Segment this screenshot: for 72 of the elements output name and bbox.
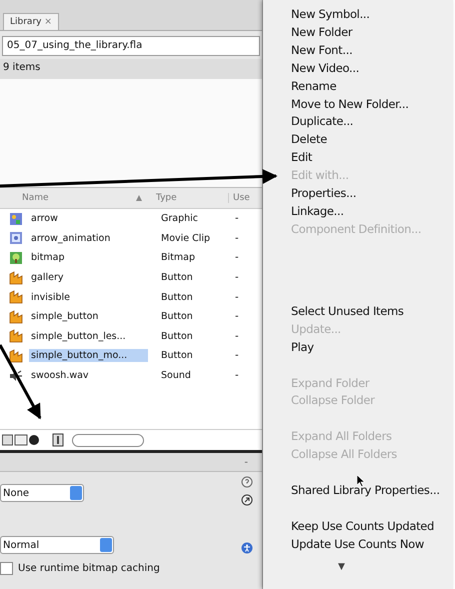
menu-item[interactable]: New Symbol... bbox=[291, 6, 453, 24]
use-count: - bbox=[235, 232, 239, 244]
symbol-type: Bitmap bbox=[161, 252, 196, 264]
select-dropdown[interactable]: Normal bbox=[0, 536, 114, 554]
menu-item[interactable]: New Font... bbox=[291, 42, 453, 60]
trash-icon[interactable] bbox=[52, 433, 64, 448]
menu-item[interactable]: Edit bbox=[291, 149, 453, 168]
stepper-icon bbox=[70, 486, 82, 500]
symbol-type: Button bbox=[161, 292, 194, 303]
symbol-name[interactable]: bitmap bbox=[29, 251, 148, 264]
use-count: - bbox=[235, 350, 239, 362]
symbol-type: Button bbox=[161, 350, 194, 362]
file-dropdown[interactable]: 05_07_using_the_library.fla bbox=[2, 36, 260, 56]
button-symbol-icon bbox=[9, 348, 23, 363]
use-count: - bbox=[235, 330, 239, 342]
cursor-icon bbox=[357, 475, 365, 487]
symbol-type: Sound bbox=[161, 370, 192, 382]
use-count: - bbox=[235, 311, 239, 322]
menu-item[interactable]: Delete bbox=[291, 131, 453, 150]
search-field[interactable] bbox=[72, 434, 144, 447]
button-symbol-icon bbox=[9, 270, 23, 285]
menu-item[interactable]: Properties... bbox=[291, 185, 453, 203]
item-count: 9 items bbox=[0, 59, 262, 79]
symbol-type: Button bbox=[161, 311, 194, 322]
collapse-button[interactable]: - bbox=[244, 456, 248, 468]
symbol-type: Button bbox=[161, 330, 194, 342]
use-count: - bbox=[235, 252, 239, 264]
scroll-down-arrow[interactable]: ▼ bbox=[338, 562, 453, 572]
menu-item[interactable]: Move to New Folder... bbox=[291, 96, 453, 114]
column-header[interactable]: Name bbox=[0, 193, 130, 203]
select-dropdown[interactable]: None bbox=[0, 484, 84, 502]
menu-item[interactable]: Keep Use Counts Updated bbox=[291, 518, 453, 536]
button-symbol-icon bbox=[9, 290, 23, 304]
symbol-name[interactable]: invisible bbox=[29, 290, 148, 304]
symbol-name[interactable]: simple_button_les... bbox=[29, 330, 148, 343]
arrow-circle-icon[interactable] bbox=[241, 494, 253, 506]
column-header[interactable]: Use bbox=[229, 193, 250, 203]
symbol-type: Graphic bbox=[161, 213, 200, 224]
button-symbol-icon bbox=[9, 329, 23, 344]
use-count: - bbox=[235, 213, 239, 224]
graphic-symbol-icon bbox=[9, 212, 23, 226]
menu-item[interactable]: Update Use Counts Now bbox=[291, 536, 453, 554]
checkbox[interactable] bbox=[0, 562, 13, 576]
menu-item[interactable]: Rename bbox=[291, 78, 453, 96]
menu-item[interactable]: New Folder bbox=[291, 24, 453, 42]
symbol-name[interactable]: swoosh.wav bbox=[29, 369, 148, 382]
accessibility-icon[interactable] bbox=[241, 542, 253, 554]
symbol-name[interactable]: gallery bbox=[29, 271, 148, 284]
menu-item[interactable]: Play bbox=[291, 338, 453, 356]
symbol-name[interactable]: arrow_animation bbox=[29, 232, 148, 245]
sort-icon bbox=[136, 195, 142, 201]
use-count: - bbox=[235, 272, 239, 284]
symbol-name[interactable]: simple_button_mo... bbox=[29, 349, 148, 362]
stepper-icon bbox=[100, 538, 112, 552]
use-count: - bbox=[235, 370, 239, 382]
sound-symbol-icon bbox=[9, 368, 23, 383]
bitmap-symbol-icon bbox=[9, 250, 23, 265]
symbol-type: Button bbox=[161, 272, 194, 284]
symbol-name[interactable]: simple_button bbox=[29, 310, 148, 324]
menu-item[interactable]: New Video... bbox=[291, 60, 453, 78]
menu-item[interactable]: Linkage... bbox=[291, 202, 453, 221]
symbol-name[interactable]: arrow bbox=[29, 212, 148, 226]
menu-item[interactable]: Shared Library Properties... bbox=[291, 482, 453, 500]
menu-item[interactable]: Select Unused Items bbox=[291, 302, 453, 321]
library-tab[interactable]: Library × bbox=[3, 13, 59, 30]
button-symbol-icon bbox=[9, 310, 23, 324]
menu-item[interactable]: Duplicate... bbox=[291, 113, 453, 132]
symbol-type: Movie Clip bbox=[161, 232, 212, 244]
use-count: - bbox=[235, 292, 239, 303]
checkbox-label: Use runtime bitmap caching bbox=[18, 563, 160, 574]
help-icon[interactable] bbox=[241, 476, 253, 488]
column-header[interactable]: Type bbox=[156, 193, 229, 203]
